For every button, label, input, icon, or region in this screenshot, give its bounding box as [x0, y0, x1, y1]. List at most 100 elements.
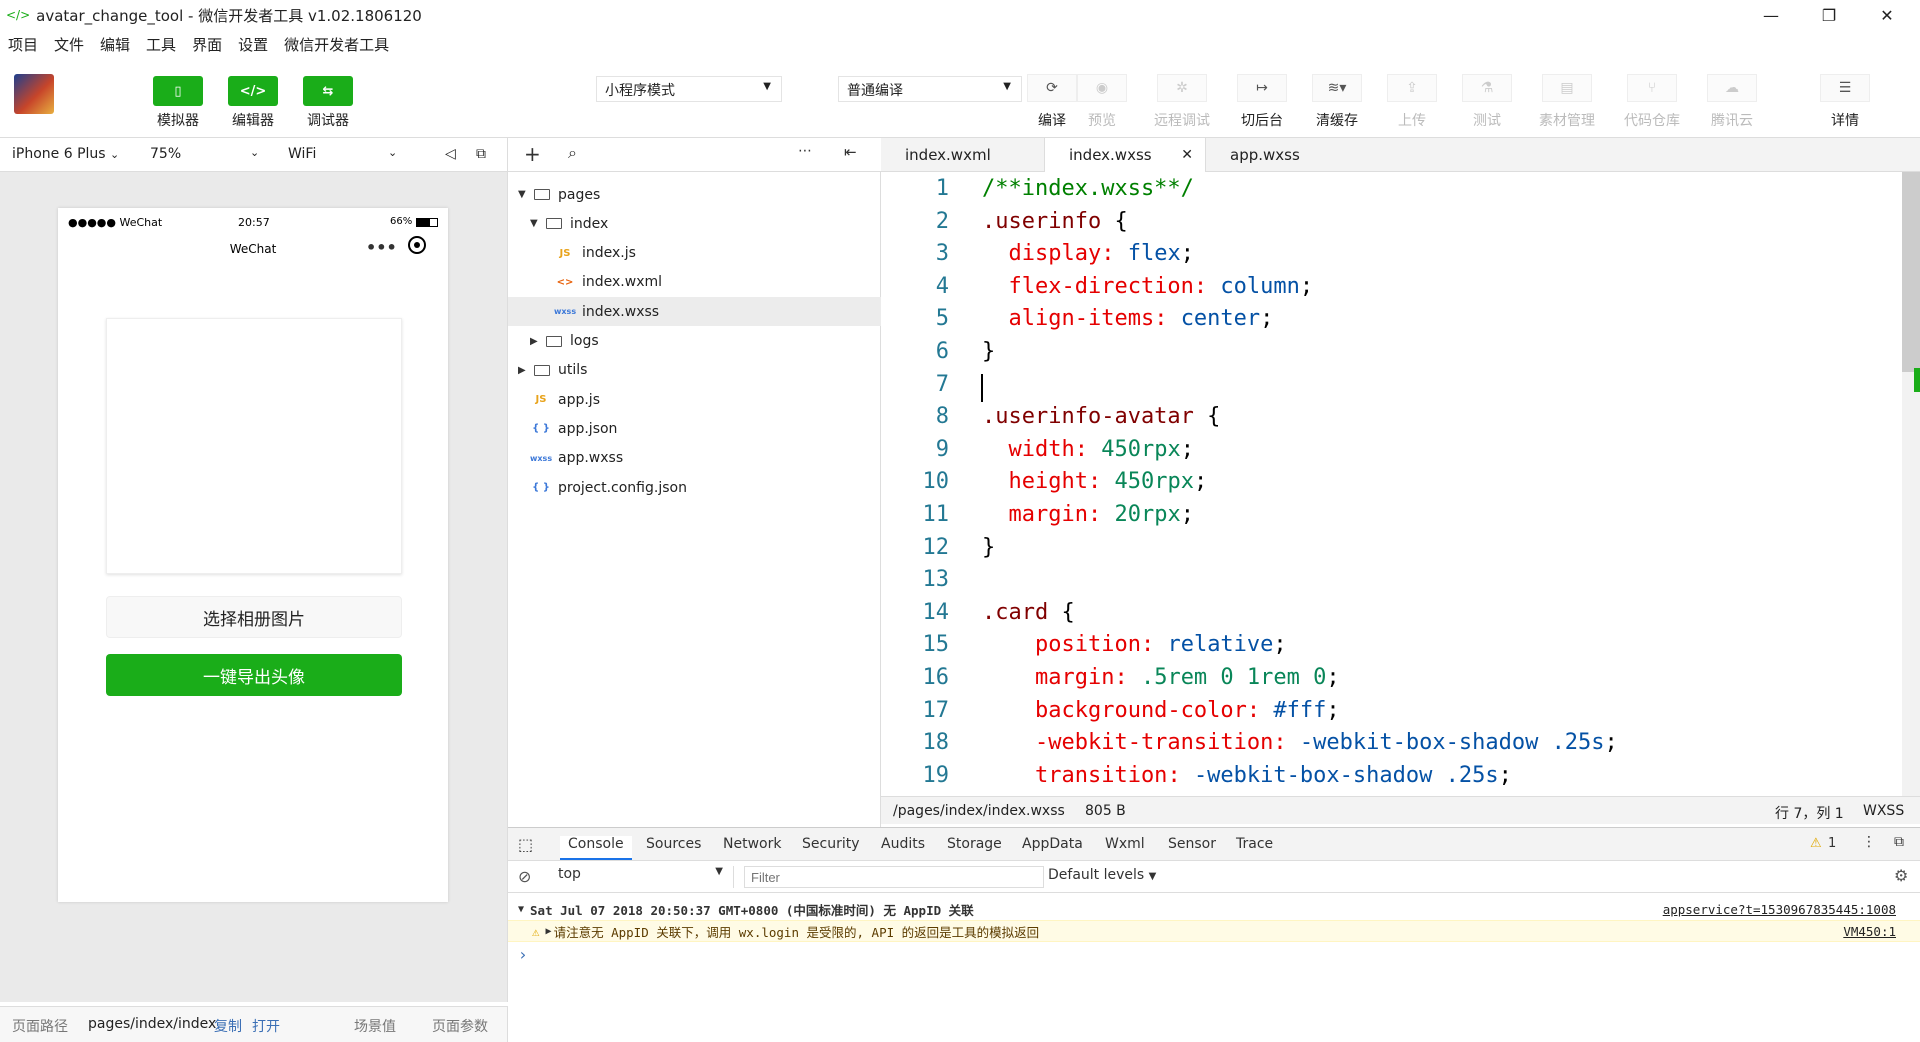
zoom-select[interactable]: 75% ⌄ [150, 146, 259, 162]
scene-button[interactable]: 场景值 [354, 1016, 396, 1036]
simulator-toggle[interactable]: ▯ [153, 76, 203, 106]
minimize-button[interactable]: — [1742, 0, 1800, 30]
code-line[interactable]: margin: .5rem 0 1rem 0; [982, 665, 1340, 690]
devtools-tab-console[interactable]: Console [560, 836, 632, 860]
assets-button[interactable]: ▤ [1542, 74, 1592, 102]
language-mode[interactable]: WXSS [1863, 803, 1904, 819]
close-tab-icon[interactable]: ✕ [1181, 147, 1193, 163]
tree-item-project-config-json[interactable]: { } project.config.json [508, 473, 881, 502]
copy-path-link[interactable]: 复制 [214, 1016, 242, 1036]
tree-item-app-js[interactable]: JS app.js [508, 385, 881, 414]
tab-index-wxml[interactable]: index.wxml [881, 138, 1015, 172]
restore-button[interactable]: ❐ [1800, 0, 1858, 30]
code-line[interactable]: transition: -webkit-box-shadow .25s; [982, 763, 1512, 788]
tree-item-app-wxss[interactable]: wxss app.wxss [508, 444, 881, 473]
add-file-icon[interactable]: + [524, 142, 541, 166]
menu-tools[interactable]: 工具 [146, 34, 176, 55]
export-avatar-button[interactable]: 一键导出头像 [106, 654, 402, 696]
device-select[interactable]: iPhone 6 Plus ⌄ [12, 146, 119, 162]
devtools-tab-storage[interactable]: Storage [947, 836, 1002, 852]
console-prompt[interactable]: › [508, 943, 1920, 965]
open-path-link[interactable]: 打开 [252, 1016, 280, 1036]
devtools-tab-wxml[interactable]: Wxml [1105, 836, 1145, 852]
tree-item-index-wxml[interactable]: <> index.wxml [508, 268, 881, 297]
menu-edit[interactable]: 编辑 [100, 34, 130, 55]
devtools-tab-sources[interactable]: Sources [646, 836, 701, 852]
console-group-header[interactable]: ▼ Sat Jul 07 2018 20:50:37 GMT+0800 (中国标… [508, 898, 1920, 920]
choose-image-button[interactable]: 选择相册图片 [106, 596, 402, 638]
devtools-tab-network[interactable]: Network [723, 836, 781, 852]
menu-view[interactable]: 界面 [192, 34, 222, 55]
caret-down-icon[interactable]: ▼ [530, 218, 542, 229]
tree-item-pages[interactable]: ▼ pages [508, 180, 881, 209]
page-params-button[interactable]: 页面参数 [432, 1016, 488, 1036]
tree-item-index-js[interactable]: JS index.js [508, 239, 881, 268]
warning-count[interactable]: 1 [1828, 836, 1836, 851]
expand-triangle-icon[interactable]: ▼ [518, 904, 524, 915]
menu-settings[interactable]: 设置 [238, 34, 268, 55]
code-line[interactable]: .userinfo-avatar { [982, 404, 1220, 429]
mute-icon[interactable]: ◁ [445, 146, 456, 162]
devtools-tab-security[interactable]: Security [802, 836, 860, 852]
user-avatar[interactable] [14, 74, 54, 114]
more-icon[interactable]: ••• [366, 238, 397, 257]
debugger-toggle[interactable]: ⇆ [303, 76, 353, 106]
inspect-element-icon[interactable]: ⬚ [518, 835, 533, 854]
popout-icon[interactable]: ⧉ [476, 146, 486, 162]
code-line[interactable]: background-color: #fff; [982, 698, 1340, 723]
console-filter-input[interactable] [744, 866, 1044, 888]
tree-item-index[interactable]: ▼ index [508, 209, 881, 238]
devtools-tab-sensor[interactable]: Sensor [1168, 836, 1216, 852]
close-target-icon[interactable] [408, 236, 426, 254]
more-icon[interactable]: ⋯ [798, 143, 812, 159]
cursor-position[interactable]: 行 7，列 1 [1775, 803, 1844, 823]
expand-triangle-icon[interactable]: ▶ [546, 926, 552, 937]
caret-right-icon[interactable]: ▶ [518, 365, 530, 376]
devtools-tab-audits[interactable]: Audits [881, 836, 925, 852]
compile-select[interactable]: 普通编译 ▼ [838, 76, 1022, 102]
tab-index-wxss[interactable]: index.wxss ✕ [1044, 138, 1206, 172]
code-line[interactable]: } [982, 535, 995, 560]
network-select[interactable]: WiFi ⌄ [288, 146, 397, 162]
code-line[interactable]: } [982, 339, 995, 364]
gear-icon[interactable]: ⚙ [1894, 866, 1908, 885]
context-select[interactable]: top ▼ [554, 866, 734, 888]
code-line[interactable]: -webkit-transition: -webkit-box-shadow .… [982, 730, 1618, 755]
editor-toggle[interactable]: </> [228, 76, 278, 106]
kebab-menu-icon[interactable]: ⋮ [1862, 834, 1876, 850]
background-button[interactable]: ↦ [1237, 74, 1287, 102]
code-line[interactable]: .card { [982, 600, 1075, 625]
devtools-tab-trace[interactable]: Trace [1236, 836, 1273, 852]
mode-select[interactable]: 小程序模式 ▼ [596, 76, 782, 102]
code-line[interactable]: align-items: center; [982, 306, 1273, 331]
menu-devtools[interactable]: 微信开发者工具 [284, 34, 389, 55]
tree-item-index-wxss[interactable]: wxss index.wxss [508, 297, 881, 327]
code-line[interactable]: display: flex; [982, 241, 1193, 266]
clear-console-icon[interactable]: ⊘ [518, 867, 531, 886]
code-line[interactable]: position: relative; [982, 632, 1287, 657]
code-editor[interactable]: 1/**index.wxss**/2 .userinfo {3 display: … [881, 172, 1920, 796]
code-line[interactable]: margin: 20rpx; [982, 502, 1193, 527]
compile-button[interactable]: ⟳ [1027, 74, 1077, 102]
code-line[interactable]: flex-direction: column; [982, 274, 1313, 299]
upload-button[interactable]: ⇪ [1387, 74, 1437, 102]
caret-down-icon[interactable]: ▼ [518, 189, 530, 200]
tab-app-wxss[interactable]: app.wxss [1206, 138, 1324, 172]
devtools-tab-appdata[interactable]: AppData [1022, 836, 1083, 852]
code-line[interactable]: /**index.wxss**/ [982, 176, 1194, 201]
console-warning-row[interactable]: ⚠ ▶ 请注意无 AppID 关联下，调用 wx.login 是受限的, API… [508, 920, 1920, 942]
tencent-cloud-button[interactable]: ☁ [1707, 74, 1757, 102]
menu-project[interactable]: 项目 [8, 34, 38, 55]
log-levels-select[interactable]: Default levels ▼ [1048, 867, 1156, 883]
collapse-panel-icon[interactable]: ⇤ [844, 143, 857, 161]
close-window-button[interactable]: ✕ [1858, 0, 1916, 30]
details-button[interactable]: ☰ [1820, 74, 1870, 102]
tree-item-utils[interactable]: ▶ utils [508, 356, 881, 385]
group-source-link[interactable]: appservice?t=1530967835445:1008 [1663, 902, 1896, 917]
menu-file[interactable]: 文件 [54, 34, 84, 55]
repo-button[interactable]: ⑂ [1627, 74, 1677, 102]
undock-icon[interactable]: ⧉ [1894, 834, 1904, 850]
tree-item-logs[interactable]: ▶ logs [508, 327, 881, 356]
remote-debug-button[interactable]: ✲ [1157, 74, 1207, 102]
code-line[interactable]: .userinfo { [982, 209, 1128, 234]
